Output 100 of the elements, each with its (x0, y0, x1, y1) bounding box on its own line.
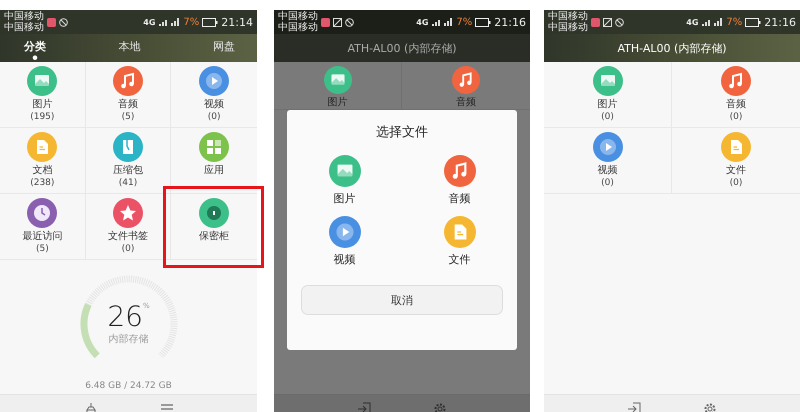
category-label: 最近访问 (22, 231, 62, 243)
battery-percent: 7% (183, 16, 200, 28)
tab[interactable]: 本地 (114, 36, 144, 60)
battery-icon (202, 18, 218, 26)
category-label: 音频 (726, 99, 746, 111)
network-type: 4G (143, 18, 156, 26)
category-label: 应用 (204, 165, 224, 177)
category-tile[interactable]: 音频 (0) (672, 62, 800, 128)
document-icon (444, 216, 476, 248)
category-tile[interactable]: 图片 (195) (0, 62, 86, 128)
play-icon (328, 216, 360, 248)
category-tile[interactable]: 压缩包 (41) (86, 128, 172, 194)
file-type-option[interactable]: 音频 (402, 155, 517, 206)
item-count: (0) (601, 177, 614, 189)
import-icon[interactable] (357, 402, 371, 412)
play-icon (592, 132, 622, 162)
category-tile[interactable]: 保密柜 (171, 194, 257, 260)
clock-icon (27, 198, 58, 228)
settings-icon[interactable] (703, 402, 717, 412)
category-label: 保密柜 (199, 231, 230, 243)
document-icon (721, 132, 751, 162)
tab[interactable]: 网盘 (209, 36, 239, 60)
settings-icon[interactable] (433, 402, 447, 412)
picture-icon (27, 66, 58, 96)
category-tile[interactable]: 最近访问 (5) (0, 194, 86, 260)
carrier-name: 中国移动 (278, 11, 318, 22)
zipper-icon (112, 132, 143, 162)
picture-icon (328, 155, 360, 187)
app-notification-icon (591, 18, 600, 26)
category-tile[interactable]: 音频 (5) (86, 62, 172, 128)
category-tile[interactable]: 视频 (0) (544, 128, 672, 194)
music-note-icon (451, 66, 481, 94)
battery-percent: 7% (456, 16, 472, 28)
file-type-option[interactable]: 文件 (402, 216, 517, 267)
file-type-option[interactable]: 视频 (287, 216, 402, 267)
music-note-icon (112, 66, 143, 96)
option-label: 视频 (334, 252, 356, 267)
screen-title: ATH-AL00 (内部存储) (617, 40, 727, 56)
category-tile[interactable]: 文档 (238) (0, 128, 86, 194)
carrier-name: 中国移动 (548, 22, 588, 33)
carrier-name: 中国移动 (4, 22, 44, 33)
signal-icon (158, 17, 180, 27)
clock-time: 21:16 (764, 16, 796, 28)
storage-label: 内部存储 (108, 332, 148, 346)
app-notification-icon (321, 18, 330, 26)
network-type: 4G (416, 18, 428, 26)
category-label: 文件书签 (108, 231, 148, 243)
option-label: 图片 (334, 191, 356, 206)
do-not-disturb-icon (345, 18, 354, 26)
battery-percent: 7% (726, 16, 742, 28)
storage-percent: 26 (107, 302, 143, 332)
battery-icon (745, 18, 762, 26)
file-type-option[interactable]: 图片 (287, 155, 402, 206)
category-label: 音频 (118, 99, 138, 111)
item-count: (5) (36, 243, 49, 255)
carrier-name: 中国移动 (548, 11, 588, 22)
option-label: 文件 (448, 252, 470, 267)
category-tile[interactable]: 应用 (171, 128, 257, 194)
category-label: 图片 (598, 99, 618, 111)
item-count: (5) (122, 111, 134, 123)
clean-icon[interactable] (84, 402, 98, 412)
category-tile[interactable]: 文件书签 (0) (86, 194, 172, 260)
play-icon (199, 66, 230, 96)
category-tile[interactable]: 文件 (0) (672, 128, 800, 194)
image-notification-icon (603, 18, 612, 26)
music-note-icon (721, 66, 751, 96)
screen-title: ATH-AL00 (内部存储) (347, 40, 457, 56)
category-label: 文件 (726, 165, 746, 177)
import-icon[interactable] (627, 402, 641, 412)
dialog-title: 选择文件 (376, 124, 428, 141)
item-count: (0) (730, 111, 742, 123)
document-icon (27, 132, 58, 162)
carrier-name: 中国移动 (278, 22, 318, 33)
item-count: (0) (730, 177, 742, 189)
carrier-name: 中国移动 (4, 11, 44, 22)
category-label: 音频 (456, 97, 476, 109)
item-count: (195) (30, 111, 54, 123)
do-not-disturb-icon (615, 18, 624, 26)
category-tile[interactable]: 图片 (0) (544, 62, 672, 128)
signal-icon (431, 17, 454, 27)
item-count: (238) (30, 177, 54, 189)
item-count: (41) (118, 177, 138, 189)
category-label: 视频 (204, 99, 224, 111)
category-label: 图片 (32, 99, 52, 111)
menu-icon[interactable] (160, 402, 174, 412)
network-type: 4G (686, 18, 698, 26)
clock-time: 21:14 (221, 16, 253, 28)
item-count: (0) (122, 243, 134, 255)
storage-usage: 6.48 GB / 24.72 GB (85, 381, 172, 391)
cancel-button[interactable]: 取消 (301, 285, 503, 315)
category-tile[interactable]: 视频 (0) (171, 62, 257, 128)
battery-icon (475, 18, 492, 26)
item-count: (0) (208, 111, 221, 123)
category-label: 视频 (598, 165, 618, 177)
grid-icon (199, 132, 230, 162)
music-note-icon (444, 155, 476, 187)
signal-icon (701, 17, 724, 27)
do-not-disturb-icon (59, 18, 68, 26)
clock-time: 21:16 (494, 16, 526, 28)
lock-icon (199, 198, 230, 228)
